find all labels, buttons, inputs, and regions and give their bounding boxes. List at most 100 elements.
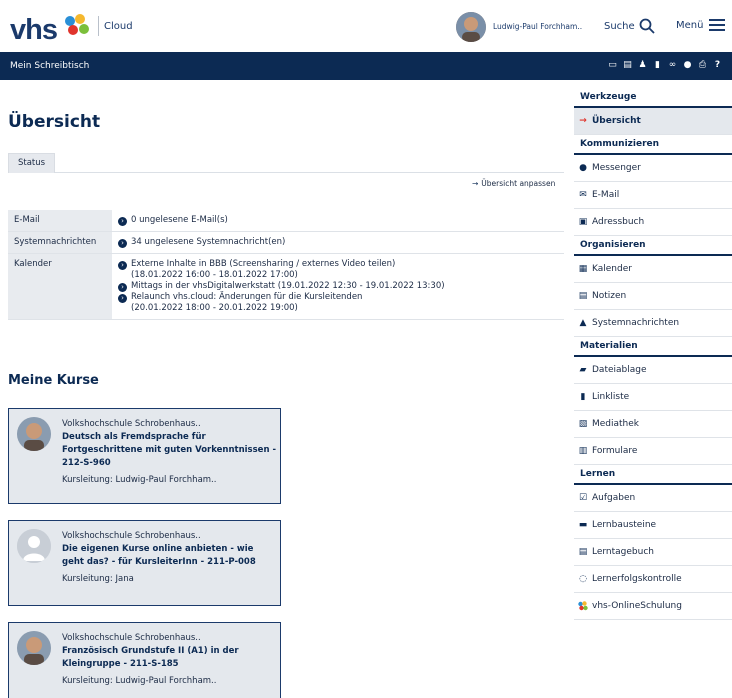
tab-status[interactable]: Status: [8, 153, 56, 173]
cloud-label: Cloud: [104, 21, 133, 32]
customize-overview-link[interactable]: → Übersicht anpassen: [472, 179, 555, 188]
course-avatar: [17, 417, 51, 451]
course-org: Volkshochschule Schrobenhaus..: [62, 633, 201, 643]
sidebar-item-quiz[interactable]: ◌ Lernerfolgskontrolle: [574, 566, 732, 593]
user-avatar[interactable]: [456, 12, 486, 42]
course-card[interactable]: Volkshochschule Schrobenhaus.. Französis…: [8, 622, 281, 698]
navbar-icons: ▭ ▤ ♟ ▮ ∞ ● ⎙ ?: [608, 59, 722, 71]
sidebar-item-overview[interactable]: → Übersicht: [574, 108, 732, 135]
chat-icon: ●: [579, 163, 587, 173]
sidebar-item-email[interactable]: ✉ E-Mail: [574, 182, 732, 209]
location-icon[interactable]: ●: [683, 59, 692, 71]
menu-label: Menü: [676, 19, 704, 31]
course-lead: Kursleitung: Ludwig-Paul Forchham..: [62, 676, 217, 686]
sidebar-item-label: Linkliste: [592, 392, 630, 402]
tab-bar: Status: [8, 153, 564, 173]
arrow-circle-icon: ›: [118, 239, 127, 248]
warning-icon: ▲: [579, 318, 587, 328]
sidebar-item-tasks[interactable]: ☑ Aufgaben: [574, 485, 732, 512]
avatar-photo-icon: [17, 631, 51, 665]
course-card[interactable]: Volkshochschule Schrobenhaus.. Deutsch a…: [8, 408, 281, 504]
course-title[interactable]: Die eigenen Kurse online anbieten - wie …: [62, 543, 276, 569]
desk-title[interactable]: Mein Schreibtisch: [10, 61, 89, 71]
envelope-icon: ✉: [579, 190, 587, 200]
print-icon[interactable]: ⎙: [698, 59, 707, 71]
sidebar-item-online-training[interactable]: vhs-OnlineSchulung: [574, 593, 732, 620]
sidebar-item-forms[interactable]: ▥ Formulare: [574, 438, 732, 465]
sidebar-item-files[interactable]: ▰ Dateiablage: [574, 357, 732, 384]
sidebar-item-notes[interactable]: ▤ Notizen: [574, 283, 732, 310]
top-header: vhs Cloud Ludwig-Paul Forchham.. Suche M…: [0, 0, 732, 52]
menu-button[interactable]: Menü: [676, 18, 726, 32]
page-title: Übersicht: [8, 112, 101, 132]
email-status-text: 0 ungelesene E-Mail(s): [131, 215, 228, 225]
calendar-event-link[interactable]: › Externe Inhalte in BBB (Screensharing /…: [118, 259, 558, 270]
vhs-logo-mark-icon: [578, 601, 588, 611]
calendar-event-link[interactable]: › Mittags in der vhsDigitalwerkstatt (19.…: [118, 281, 558, 292]
customize-label: Übersicht anpassen: [481, 179, 556, 188]
calendar-event-time: (18.01.2022 16:00 - 18.01.2022 17:00): [131, 270, 298, 280]
arrow-circle-icon: ›: [118, 294, 127, 303]
folder-icon: ▰: [579, 365, 587, 375]
bookmark-icon[interactable]: ▮: [653, 59, 662, 71]
progress-icon: ◌: [579, 574, 587, 584]
vhs-logo-mark-icon: [65, 14, 89, 35]
sidebar-item-messenger[interactable]: ● Messenger: [574, 155, 732, 182]
screen-icon[interactable]: ▭: [608, 59, 617, 71]
sysmsg-status-link[interactable]: › 34 ungelesene Systemnachricht(en): [118, 237, 558, 248]
course-title[interactable]: Deutsch als Fremdsprache für Fortgeschri…: [62, 431, 276, 470]
courses-heading: Meine Kurse: [8, 373, 99, 388]
arrow-circle-icon: ›: [118, 217, 127, 226]
monitor-icon: ▬: [578, 520, 588, 530]
help-icon[interactable]: ?: [713, 59, 722, 71]
sysmsg-status-text: 34 ungelesene Systemnachricht(en): [131, 237, 286, 247]
link-icon[interactable]: ∞: [668, 59, 677, 71]
course-org: Volkshochschule Schrobenhaus..: [62, 419, 201, 429]
course-org: Volkshochschule Schrobenhaus..: [62, 531, 201, 541]
sidebar-item-systemmessages[interactable]: ▲ Systemnachrichten: [574, 310, 732, 337]
tools-sidebar: Werkzeuge → Übersicht Kommunizieren ● Mess…: [574, 88, 732, 620]
sidebar-item-label: Messenger: [592, 163, 641, 173]
form-icon: ▥: [578, 446, 588, 456]
course-avatar-placeholder: [17, 529, 51, 563]
sidebar-item-links[interactable]: ▮ Linkliste: [574, 384, 732, 411]
desk-navbar: Mein Schreibtisch ▭ ▤ ♟ ▮ ∞ ● ⎙ ?: [0, 52, 732, 80]
sidebar-group-learn: Lernen: [574, 465, 732, 485]
sidebar-item-label: Lernbausteine: [592, 520, 657, 530]
sidebar-item-label: Dateiablage: [592, 365, 647, 375]
sidebar-item-label: Übersicht: [592, 116, 641, 126]
course-card[interactable]: Volkshochschule Schrobenhaus.. Die eigen…: [8, 520, 281, 606]
status-label: E-Mail: [8, 210, 112, 231]
sidebar-item-label: Adressbuch: [592, 217, 645, 227]
sidebar-item-label: Kalender: [592, 264, 632, 274]
sidebar-group-organize: Organisieren: [574, 236, 732, 256]
person-icon[interactable]: ♟: [638, 59, 647, 71]
search-button[interactable]: Suche: [604, 18, 655, 34]
sidebar-item-label: Lerntagebuch: [592, 547, 655, 557]
status-row-calendar: Kalender › Externe Inhalte in BBB (Screen…: [8, 254, 564, 320]
calendar-icon: ▦: [578, 264, 588, 274]
sidebar-item-addressbook[interactable]: ▣ Adressbuch: [574, 209, 732, 236]
sidebar-item-modules[interactable]: ▬ Lernbausteine: [574, 512, 732, 539]
user-name[interactable]: Ludwig-Paul Forchham..: [493, 22, 582, 31]
arrow-circle-icon: ›: [118, 283, 127, 292]
calendar-event-title: Mittags in der vhsDigitalwerkstatt (19.0…: [131, 281, 445, 291]
status-label: Systemnachrichten: [8, 232, 112, 253]
sidebar-item-diary[interactable]: ▤ Lerntagebuch: [574, 539, 732, 566]
sidebar-item-calendar[interactable]: ▦ Kalender: [574, 256, 732, 283]
diary-icon: ▤: [578, 547, 588, 557]
media-icon: ▧: [578, 419, 588, 429]
sidebar-item-label: Formulare: [592, 446, 638, 456]
vhs-logo[interactable]: vhs: [10, 14, 58, 47]
status-row-email: E-Mail › 0 ungelesene E-Mail(s): [8, 210, 564, 232]
sidebar-item-media[interactable]: ▧ Mediathek: [574, 411, 732, 438]
course-title[interactable]: Französisch Grundstufe II (A1) in der Kl…: [62, 645, 276, 671]
email-status-link[interactable]: › 0 ungelesene E-Mail(s): [118, 215, 558, 226]
sidebar-item-label: Mediathek: [592, 419, 640, 429]
sidebar-group-tools: Werkzeuge: [574, 88, 732, 108]
course-lead: Kursleitung: Jana: [62, 574, 134, 584]
course-lead: Kursleitung: Ludwig-Paul Forchham..: [62, 475, 217, 485]
calendar-event-link[interactable]: › Relaunch vhs.cloud: Änderungen für die …: [118, 292, 558, 303]
logo-divider: [98, 16, 99, 36]
window-icon[interactable]: ▤: [623, 59, 632, 71]
